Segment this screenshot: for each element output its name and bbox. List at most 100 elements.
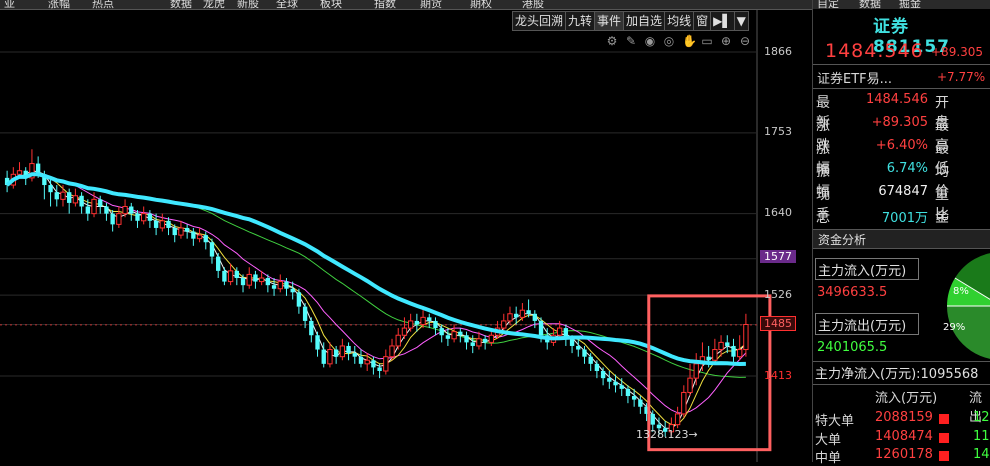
chevron-down-icon: ▼ [736, 14, 746, 28]
candle-body-down [731, 345, 736, 357]
toolbar-window-button[interactable]: 窗 [694, 11, 712, 31]
divider [813, 64, 990, 65]
candle-body-up [122, 205, 128, 215]
quote-value: +89.305 [871, 115, 928, 130]
candle-body-up [556, 327, 563, 336]
table-row: 大单 1408474 11 [815, 429, 990, 448]
candle-body-down [321, 349, 326, 364]
candle-body-up [743, 324, 749, 351]
nav-item[interactable]: 数据 [859, 0, 881, 9]
quote-value: 1484.546 [865, 92, 928, 107]
arrow-right-icon: ▶▌ [713, 14, 732, 28]
candle-body-down [706, 356, 711, 361]
candle-body-up [507, 313, 513, 322]
candle-body-down [135, 213, 140, 221]
pen-icon[interactable]: ✎ [625, 34, 637, 48]
candle-body-down [234, 270, 239, 279]
pie-slice-large [947, 306, 990, 359]
candle-body-up [60, 191, 66, 200]
net-inflow: 主力净流入(万元):1095568 [815, 367, 979, 382]
candle-body-down [79, 195, 84, 207]
price-tick: 1413 [764, 369, 792, 382]
outflow-value: 2401065.5 [817, 340, 888, 355]
candle-body-down [290, 288, 295, 293]
quote-value: 7001万 [881, 211, 928, 226]
candle-body-up [389, 345, 395, 358]
candle-body-down [147, 213, 153, 221]
settings-icon[interactable]: ⚙ [606, 34, 618, 48]
candle-body-down [445, 335, 451, 339]
candle-body-down [619, 385, 624, 389]
candlestick-chart[interactable] [0, 0, 812, 462]
nav-item[interactable]: 自定 [817, 0, 839, 9]
low-price-value: 1328.123 [636, 428, 689, 441]
candle-body-up [674, 413, 681, 426]
ma-line-long [5, 172, 746, 367]
toolbar-leader-button[interactable]: 龙头回溯 [513, 11, 567, 31]
window-icon[interactable]: ▭ [701, 34, 713, 48]
candle-body-up [693, 363, 699, 379]
low-price-label: 1328.123→ [636, 428, 698, 441]
chart-icon-bar: ⚙ ✎ ◉ ◎ ✋ ▭ ⊕ ⊖ [606, 34, 751, 48]
quote-value: 6.74% [886, 161, 928, 176]
zoom-out-icon[interactable]: ⊖ [739, 34, 751, 48]
kline-chart-area[interactable]: 亚 涨幅 热点 数据 龙虎 新股 全球 板块 指数 期货 期权 港股 龙头回溯 … [0, 0, 812, 462]
eye-off-icon[interactable]: ◎ [663, 34, 675, 48]
ma-line-pink [6, 173, 747, 414]
divider [813, 88, 990, 89]
price-tick: 1753 [764, 125, 792, 138]
red-square-icon [939, 451, 949, 461]
stock-change: +89.305 [931, 45, 984, 59]
toolbar-nine-turn-button[interactable]: 九转 [566, 11, 596, 31]
fund-analysis-title: 资金分析 [818, 233, 867, 247]
hand-icon[interactable]: ✋ [682, 34, 697, 48]
candle-body-down [427, 317, 432, 321]
candle-body-down [650, 413, 655, 425]
candle-body-down [588, 356, 593, 364]
highlight-box [647, 294, 772, 452]
candle-body-down [371, 360, 376, 368]
candle-body-down [191, 231, 196, 239]
pie-label: 29% [943, 322, 965, 333]
fund-pie-chart: 8% 29% [943, 253, 990, 359]
candle-body-down [607, 378, 612, 382]
toolbar-ma-button[interactable]: 均线 [665, 11, 695, 31]
candle-body-down [129, 206, 134, 214]
candle-body-down [594, 363, 600, 371]
inflow-value: 3496633.5 [817, 285, 888, 300]
candle-body-up [327, 349, 333, 365]
candle-body-up [407, 320, 414, 329]
toolbar-expand-button[interactable]: ▶▌ [711, 11, 735, 31]
row-out: 11 [973, 429, 990, 444]
eye-icon[interactable]: ◉ [644, 34, 656, 48]
toolbar-add-watchlist-button[interactable]: 加自选 [624, 11, 666, 31]
quote-panel: 自定 数据 掘金 证券 881157 1484.546 +89.305 证券ET… [812, 0, 990, 466]
candle-body-up [712, 349, 718, 361]
candle-body-down [85, 206, 90, 214]
candle-body-down [166, 220, 171, 228]
row-out: 14 [973, 447, 990, 462]
table-header-in: 流入(万元) [875, 391, 938, 406]
candle-body-up [258, 277, 265, 283]
candle-body-down [638, 399, 643, 407]
candle-body-down [240, 278, 246, 286]
candle-body-up [501, 320, 507, 329]
candle-body-down [625, 388, 631, 397]
toolbar-dropdown-button[interactable]: ▼ [734, 11, 749, 31]
etf-name[interactable]: 证券ETF易... [817, 68, 892, 87]
candle-body-up [196, 234, 203, 240]
candle-body-down [346, 345, 351, 354]
candle-body-down [284, 281, 289, 289]
current-price-tick: 1485 [760, 316, 796, 331]
ma-line-green [6, 173, 746, 378]
ma-line-yellow [6, 171, 747, 426]
candle-body-down [104, 206, 109, 214]
candle-body-down [333, 349, 339, 357]
candle-body-down [184, 227, 190, 232]
stock-price: 1484.546 [825, 40, 924, 62]
nav-item[interactable]: 掘金 [899, 0, 921, 9]
toolbar-event-button[interactable]: 事件 [595, 11, 625, 31]
fund-analysis-header[interactable]: 资金分析 [813, 229, 990, 249]
zoom-in-icon[interactable]: ⊕ [720, 34, 732, 48]
candle-body-down [253, 274, 258, 282]
